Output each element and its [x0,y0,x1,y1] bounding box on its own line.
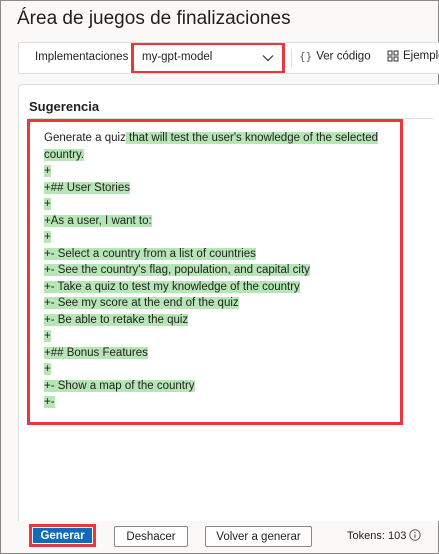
suggestion-line: +- See my score at the end of the quiz [44,295,394,312]
suggestion-panel: Sugerencia Generate a quiz that will tes… [18,84,439,521]
deployments-label: Implementaciones [35,51,129,63]
regenerate-button[interactable]: Volver a generar [205,526,312,547]
suggestion-line: + [44,229,394,246]
token-count: Tokens: 103 [347,530,407,542]
suggestion-line: +- See the country's flag, population, a… [44,262,394,279]
examples-button[interactable]: Ejemplos [387,50,439,62]
examples-grid-icon [387,50,399,62]
suggestion-line: +- Show a map of the country [44,378,394,395]
suggestion-textarea[interactable]: Generate a quiz that will test the user'… [27,119,403,425]
code-braces-icon: {} [299,50,313,63]
undo-button[interactable]: Deshacer [114,526,188,547]
generate-label: Generar [33,528,92,543]
completion-text: + [44,330,51,342]
suggestion-line: + [44,196,394,213]
view-code-label: Ver código [316,50,371,63]
completion-text: +## Bonus Features [44,346,148,359]
completion-text: +- See the country's flag, population, a… [44,264,310,276]
completion-text: + [44,165,51,177]
completion-text: + [44,363,51,375]
panel-title: Sugerencia [29,99,100,114]
suggestion-line: +- Be able to retake the quiz [44,312,394,329]
prompt-text: Generate a quiz [44,132,126,144]
deployment-value: my-gpt-model [142,51,213,63]
suggestion-line: Generate a quiz that will test the user'… [44,130,394,147]
suggestion-text: Generate a quiz that will test the user'… [44,130,394,411]
view-code-button[interactable]: {} Ver código [299,50,371,63]
suggestion-line: +- Select a country from a list of count… [44,246,394,263]
toolbar: Implementaciones my-gpt-model {} Ver códi… [18,42,439,74]
suggestion-line: +As a user, I want to: [44,213,394,230]
toolbar-divider [291,49,292,67]
suggestion-line: +## User Stories [44,180,394,197]
suggestion-line: + [44,328,394,345]
completion-text: +- Take a quiz to test my knowledge of t… [44,280,300,293]
completion-text: +- Select a country from a list of count… [44,247,256,260]
completion-text: +- Be able to retake the quiz [44,313,189,326]
suggestion-line: +- [44,394,394,411]
completion-text: + [44,198,51,210]
completion-text: +## User Stories [44,181,130,194]
completion-text: country. [44,148,85,161]
completion-text: +- See my score at the end of the quiz [44,297,239,309]
suggestion-line: + [44,163,394,180]
deployment-select[interactable]: my-gpt-model [131,43,285,73]
completion-text: +- Show a map of the country [44,379,195,392]
suggestion-line: +- Take a quiz to test my knowledge of t… [44,279,394,296]
examples-label: Ejemplos [403,50,439,63]
info-icon[interactable] [409,529,421,541]
page-title: Área de juegos de finalizaciones [17,8,291,29]
suggestion-line: country. [44,147,394,164]
completion-text: that will test the user's knowledge of t… [125,132,378,144]
suggestion-line: + [44,361,394,378]
completion-text: + [44,231,51,243]
generate-button[interactable]: Generar [29,524,96,547]
chevron-down-icon [262,55,274,62]
completion-text: +As a user, I want to: [44,214,152,227]
completion-text: +- [44,396,55,408]
suggestion-line: +## Bonus Features [44,345,394,362]
